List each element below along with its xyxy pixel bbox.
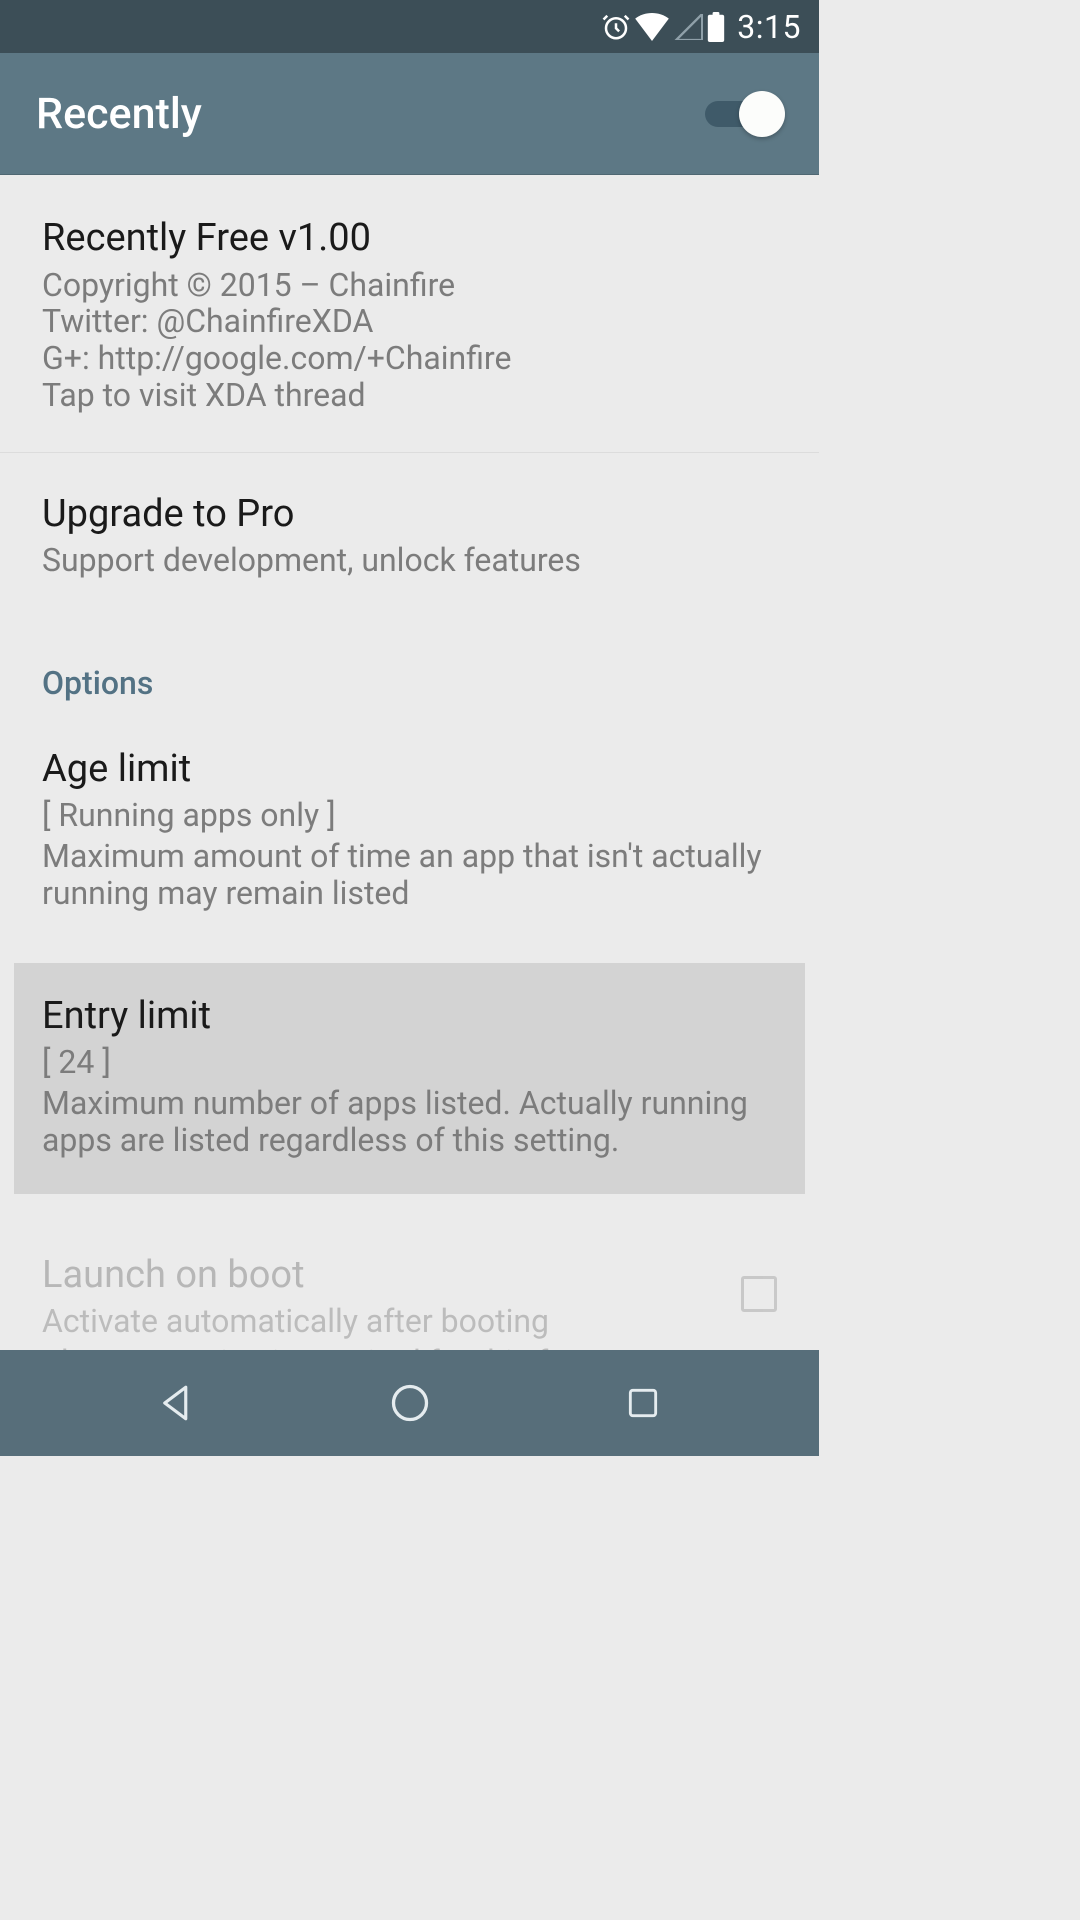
- wifi-icon: [635, 13, 669, 41]
- age-limit-title: Age limit: [42, 746, 777, 794]
- alarm-icon: [601, 12, 631, 42]
- battery-icon: [707, 12, 725, 42]
- entry-limit-value: [ 24 ]: [42, 1044, 777, 1081]
- app-bar: Recently: [0, 53, 819, 175]
- age-limit-desc: Maximum amount of time an app that isn't…: [42, 838, 777, 912]
- cell-signal-icon: [673, 14, 703, 40]
- back-button[interactable]: [127, 1371, 227, 1435]
- launch-on-boot-sub1: Activate automatically after booting: [42, 1303, 723, 1340]
- master-toggle[interactable]: [705, 91, 783, 136]
- launch-on-boot-checkbox: [741, 1276, 777, 1312]
- recents-button[interactable]: [593, 1371, 693, 1435]
- upgrade-item[interactable]: Upgrade to Pro Support development, unlo…: [0, 453, 819, 622]
- options-header: Options: [0, 622, 819, 714]
- nav-bar: [0, 1350, 819, 1456]
- status-bar: 3:15: [0, 0, 819, 53]
- app-title: Recently: [36, 89, 202, 139]
- home-button[interactable]: [360, 1371, 460, 1435]
- switch-thumb: [739, 91, 785, 137]
- about-title: Recently Free v1.00: [42, 215, 777, 263]
- about-item[interactable]: Recently Free v1.00 Copyright © 2015 – C…: [0, 175, 819, 453]
- age-limit-value: [ Running apps only ]: [42, 797, 777, 834]
- status-time: 3:15: [737, 8, 801, 46]
- age-limit-item[interactable]: Age limit [ Running apps only ] Maximum …: [0, 714, 819, 949]
- entry-limit-title: Entry limit: [42, 993, 777, 1041]
- upgrade-title: Upgrade to Pro: [42, 491, 777, 539]
- upgrade-sub: Support development, unlock features: [42, 542, 777, 579]
- entry-limit-item[interactable]: Entry limit [ 24 ] Maximum number of app…: [14, 963, 805, 1194]
- settings-list: Recently Free v1.00 Copyright © 2015 – C…: [0, 175, 819, 1392]
- entry-limit-desc: Maximum number of apps listed. Actually …: [42, 1085, 777, 1159]
- launch-on-boot-title: Launch on boot: [42, 1252, 723, 1300]
- about-body: Copyright © 2015 – Chainfire Twitter: @C…: [42, 267, 777, 414]
